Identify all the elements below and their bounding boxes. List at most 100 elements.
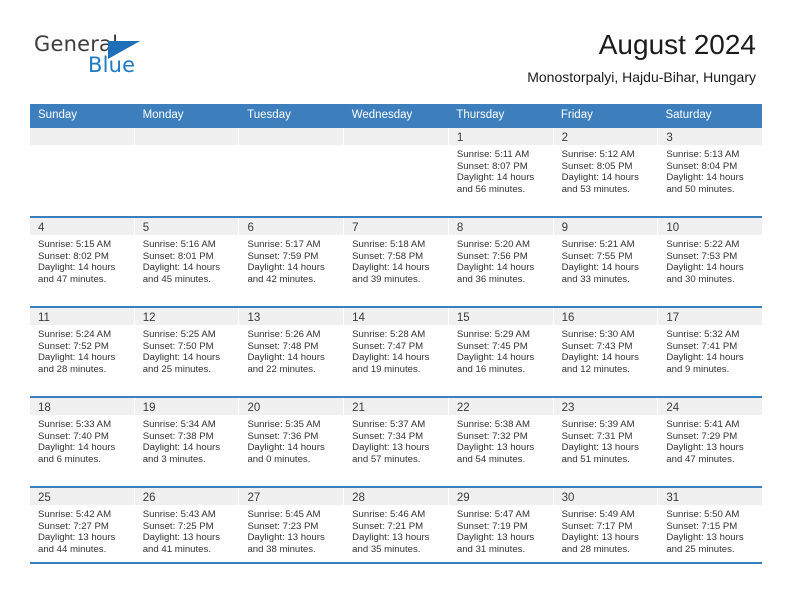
day-info: Sunrise: 5:32 AM Sunset: 7:41 PM Dayligh… — [658, 325, 762, 375]
daylight-text-line2: and 12 minutes. — [561, 363, 630, 375]
day-cell[interactable]: 7 Sunrise: 5:18 AM Sunset: 7:58 PM Dayli… — [344, 218, 449, 306]
sunrise-text: Sunrise: 5:35 AM — [247, 419, 321, 430]
daylight-text-line1: Daylight: 14 hours — [142, 262, 221, 274]
day-number-band — [134, 128, 239, 145]
sunrise-text: Sunrise: 5:30 AM — [561, 329, 635, 340]
day-info: Sunrise: 5:22 AM Sunset: 7:53 PM Dayligh… — [658, 235, 762, 285]
day-cell[interactable]: 15 Sunrise: 5:29 AM Sunset: 7:45 PM Dayl… — [448, 308, 554, 396]
daylight-text-line2: and 54 minutes. — [456, 453, 526, 465]
sunset-text: Sunset: 7:31 PM — [561, 430, 633, 442]
day-info: Sunrise: 5:39 AM Sunset: 7:31 PM Dayligh… — [554, 415, 658, 465]
day-cell[interactable]: 3 Sunrise: 5:13 AM Sunset: 8:04 PM Dayli… — [658, 128, 763, 216]
day-info: Sunrise: 5:15 AM Sunset: 8:02 PM Dayligh… — [30, 235, 134, 285]
daylight-text-line2: and 22 minutes. — [247, 363, 316, 375]
day-number: 8 — [456, 222, 464, 234]
sunset-text: Sunset: 7:29 PM — [666, 430, 738, 442]
day-info: Sunrise: 5:12 AM Sunset: 8:05 PM Dayligh… — [554, 145, 658, 195]
sunset-text: Sunset: 7:43 PM — [561, 340, 633, 352]
day-cell[interactable]: 8 Sunrise: 5:20 AM Sunset: 7:56 PM Dayli… — [448, 218, 554, 306]
day-cell[interactable]: 23 Sunrise: 5:39 AM Sunset: 7:31 PM Dayl… — [553, 398, 659, 486]
day-cell[interactable] — [134, 128, 240, 216]
day-cell[interactable]: 1 Sunrise: 5:11 AM Sunset: 8:07 PM Dayli… — [448, 128, 554, 216]
daylight-text-line2: and 0 minutes. — [247, 453, 311, 465]
day-info: Sunrise: 5:49 AM Sunset: 7:17 PM Dayligh… — [554, 505, 658, 555]
day-number-band: 3 — [658, 128, 763, 145]
location-subtitle: Monostorpalyi, Hajdu-Bihar, Hungary — [527, 69, 756, 85]
sunrise-text: Sunrise: 5:42 AM — [38, 509, 112, 520]
daylight-text-line1: Daylight: 14 hours — [247, 262, 325, 274]
day-cell[interactable] — [344, 128, 449, 216]
sunrise-text: Sunrise: 5:16 AM — [142, 239, 216, 250]
day-cell[interactable]: 16 Sunrise: 5:30 AM Sunset: 7:43 PM Dayl… — [553, 308, 659, 396]
day-number-band: 8 — [448, 218, 553, 235]
sunset-text: Sunset: 7:34 PM — [352, 430, 424, 442]
sunset-text: Sunset: 8:02 PM — [38, 250, 109, 262]
sunset-text: Sunset: 8:05 PM — [561, 160, 633, 172]
day-info — [344, 145, 448, 149]
day-number-band: 1 — [448, 128, 553, 145]
daylight-text-line2: and 50 minutes. — [666, 183, 735, 195]
sunset-text: Sunset: 7:23 PM — [247, 520, 319, 532]
day-cell[interactable]: 24 Sunrise: 5:41 AM Sunset: 7:29 PM Dayl… — [658, 398, 763, 486]
day-cell[interactable]: 22 Sunrise: 5:38 AM Sunset: 7:32 PM Dayl… — [448, 398, 554, 486]
day-number-band: 12 — [134, 308, 239, 325]
brand-logo[interactable]: General Blue — [34, 32, 214, 84]
day-cell[interactable]: 11 Sunrise: 5:24 AM Sunset: 7:52 PM Dayl… — [30, 308, 135, 396]
day-number: 11 — [38, 312, 50, 324]
day-cell[interactable]: 12 Sunrise: 5:25 AM Sunset: 7:50 PM Dayl… — [134, 308, 240, 396]
day-cell[interactable]: 2 Sunrise: 5:12 AM Sunset: 8:05 PM Dayli… — [553, 128, 659, 216]
day-cell[interactable] — [239, 128, 345, 216]
sunrise-text: Sunrise: 5:39 AM — [561, 419, 635, 430]
day-info: Sunrise: 5:38 AM Sunset: 7:32 PM Dayligh… — [449, 415, 553, 465]
weekday-header-tuesday: Tuesday — [247, 109, 291, 121]
day-cell[interactable]: 13 Sunrise: 5:26 AM Sunset: 7:48 PM Dayl… — [239, 308, 345, 396]
daylight-text-line1: Daylight: 13 hours — [247, 532, 325, 544]
sunset-text: Sunset: 7:38 PM — [142, 430, 214, 442]
daylight-text-line2: and 47 minutes. — [666, 453, 735, 465]
day-cell[interactable]: 9 Sunrise: 5:21 AM Sunset: 7:55 PM Dayli… — [553, 218, 659, 306]
daylight-text-line2: and 42 minutes. — [247, 273, 316, 285]
daylight-text-line2: and 6 minutes. — [38, 453, 101, 465]
day-number: 1 — [456, 132, 464, 144]
day-number: 26 — [142, 492, 156, 504]
sunrise-text: Sunrise: 5:22 AM — [666, 239, 740, 250]
sunset-text: Sunset: 7:25 PM — [142, 520, 214, 532]
daylight-text-line1: Daylight: 13 hours — [666, 532, 744, 544]
day-cell[interactable]: 17 Sunrise: 5:32 AM Sunset: 7:41 PM Dayl… — [658, 308, 763, 396]
day-info: Sunrise: 5:24 AM Sunset: 7:52 PM Dayligh… — [30, 325, 134, 375]
day-cell[interactable]: 6 Sunrise: 5:17 AM Sunset: 7:59 PM Dayli… — [239, 218, 345, 306]
day-cell[interactable]: 14 Sunrise: 5:28 AM Sunset: 7:47 PM Dayl… — [344, 308, 449, 396]
weekday-header-row: Sunday Monday Tuesday Wednesday Thursday… — [30, 104, 762, 126]
sunset-text: Sunset: 7:48 PM — [247, 340, 319, 352]
day-number-band: 31 — [658, 488, 763, 505]
day-number: 29 — [456, 492, 470, 504]
sunset-text: Sunset: 7:21 PM — [352, 520, 424, 532]
daylight-text-line2: and 33 minutes. — [561, 273, 630, 285]
day-info: Sunrise: 5:28 AM Sunset: 7:47 PM Dayligh… — [344, 325, 448, 375]
day-number: 5 — [142, 222, 150, 234]
day-cell[interactable] — [30, 128, 135, 216]
daylight-text-line1: Daylight: 14 hours — [352, 352, 430, 364]
day-number: 4 — [38, 222, 45, 234]
daylight-text-line2: and 57 minutes. — [352, 453, 421, 465]
day-cell[interactable]: 20 Sunrise: 5:35 AM Sunset: 7:36 PM Dayl… — [239, 398, 345, 486]
day-number: 15 — [456, 312, 470, 324]
daylight-text-line1: Daylight: 14 hours — [142, 352, 221, 364]
weekday-header-friday: Friday — [560, 109, 593, 121]
day-cell[interactable]: 5 Sunrise: 5:16 AM Sunset: 8:01 PM Dayli… — [134, 218, 240, 306]
daylight-text-line1: Daylight: 14 hours — [38, 352, 116, 364]
day-info: Sunrise: 5:46 AM Sunset: 7:21 PM Dayligh… — [344, 505, 448, 555]
daylight-text-line1: Daylight: 13 hours — [352, 532, 430, 544]
day-cell[interactable]: 4 Sunrise: 5:15 AM Sunset: 8:02 PM Dayli… — [30, 218, 135, 306]
day-number: 30 — [561, 492, 575, 504]
day-cell[interactable]: 18 Sunrise: 5:33 AM Sunset: 7:40 PM Dayl… — [30, 398, 135, 486]
sunrise-text: Sunrise: 5:25 AM — [142, 329, 216, 340]
daylight-text-line2: and 51 minutes. — [561, 453, 630, 465]
day-number: 28 — [352, 492, 365, 504]
daylight-text-line2: and 45 minutes. — [142, 273, 211, 285]
day-number: 19 — [142, 402, 156, 414]
day-info: Sunrise: 5:47 AM Sunset: 7:19 PM Dayligh… — [449, 505, 553, 555]
day-cell[interactable]: 21 Sunrise: 5:37 AM Sunset: 7:34 PM Dayl… — [344, 398, 449, 486]
day-cell[interactable]: 19 Sunrise: 5:34 AM Sunset: 7:38 PM Dayl… — [134, 398, 240, 486]
day-cell[interactable]: 10 Sunrise: 5:22 AM Sunset: 7:53 PM Dayl… — [658, 218, 763, 306]
